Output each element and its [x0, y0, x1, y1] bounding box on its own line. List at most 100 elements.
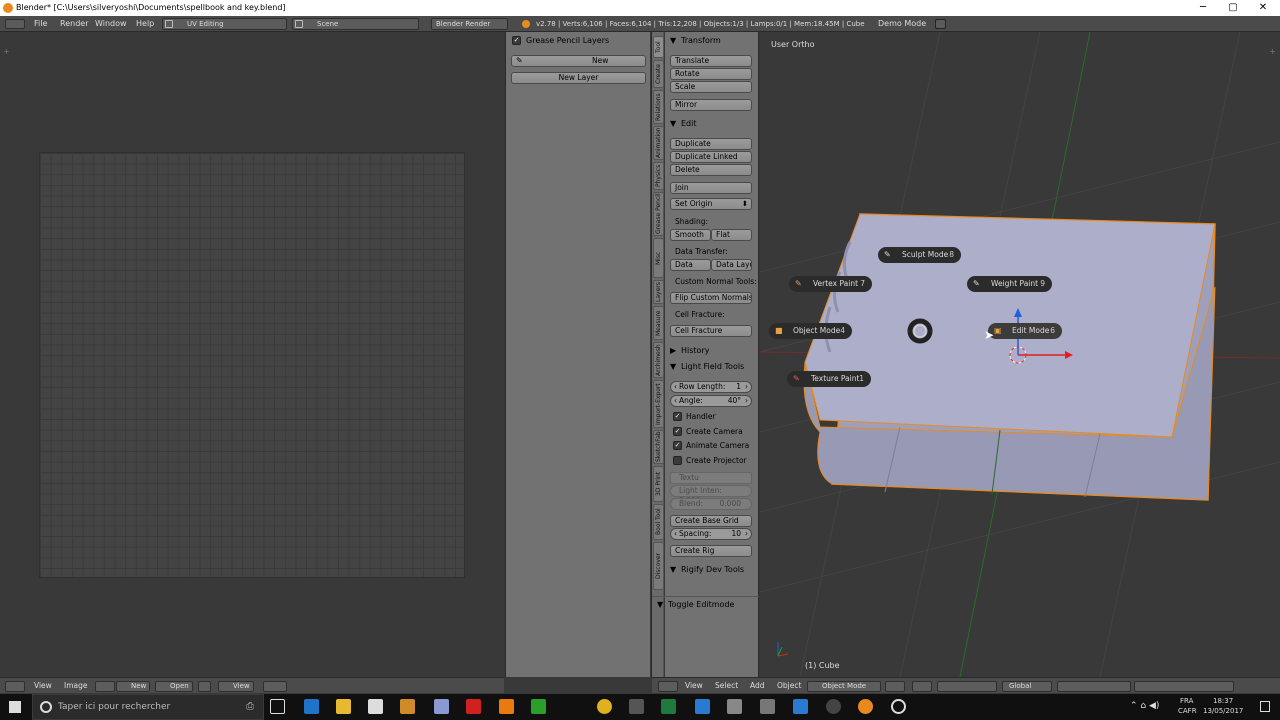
tab-misc[interactable]: Misc [653, 238, 664, 278]
app-icon[interactable] [434, 699, 449, 714]
new-layer-button[interactable]: New Layer [511, 72, 646, 84]
red-app-icon[interactable] [466, 699, 481, 714]
app-icon[interactable] [727, 699, 742, 714]
grease-pencil-new-button[interactable]: ✎ New [511, 55, 646, 67]
cell-fracture-button[interactable]: Cell Fracture [670, 325, 752, 337]
tray-icons[interactable]: ⌃ ⌂ ◀) [1130, 701, 1159, 711]
scale-button[interactable]: Scale [670, 81, 752, 93]
editor-type-button[interactable] [5, 681, 25, 692]
animate-camera-checkbox[interactable]: ✓ [673, 441, 682, 450]
tab-import-export[interactable]: Import-Export [653, 380, 664, 428]
tab-relations[interactable]: Relations [653, 90, 664, 124]
mirror-button[interactable]: Mirror [670, 99, 752, 111]
flip-custom-normals-button[interactable]: Flip Custom Normals [670, 292, 752, 304]
image-browse-button[interactable] [95, 681, 115, 692]
language-indicator[interactable]: FRA [1180, 697, 1193, 705]
row-length-field[interactable]: ‹ Row Length: 1 › [670, 381, 752, 393]
decrement-arrow-icon[interactable]: ‹ [674, 382, 677, 392]
rotate-button[interactable]: Rotate [670, 68, 752, 80]
transform-header[interactable]: ▼ Transform [665, 33, 758, 49]
mode-select[interactable]: Object Mode [807, 681, 881, 692]
close-button[interactable]: ✕ [1248, 0, 1278, 16]
play-icon[interactable] [935, 19, 946, 29]
pin-button[interactable] [198, 681, 211, 692]
toggle-editmode-header[interactable]: ▼ Toggle Editmode [652, 596, 759, 612]
clock-date[interactable]: 13/05/2017 [1203, 707, 1243, 715]
pie-sculpt-mode[interactable]: ✎ Sculpt Mode 8 [878, 247, 961, 263]
green-app-icon[interactable] [531, 699, 546, 714]
microphone-icon[interactable]: ⎙ [246, 701, 254, 712]
shading-button[interactable] [885, 681, 905, 692]
file-explorer-icon[interactable] [336, 699, 351, 714]
clock-time[interactable]: 18:37 [1213, 697, 1233, 705]
tab-grease-pencil[interactable]: Grease Pencil [653, 192, 664, 236]
image-new-button[interactable]: New [116, 681, 151, 692]
increment-arrow-icon[interactable]: › [745, 396, 748, 406]
tab-discover[interactable]: Discover [653, 542, 664, 590]
edge-icon[interactable] [304, 699, 319, 714]
pie-vertex-paint[interactable]: ✎ Vertex Paint 7 [789, 276, 872, 292]
menu-add[interactable]: Add [750, 678, 765, 694]
pie-weight-paint[interactable]: ✎ Weight Paint 9 [967, 276, 1052, 292]
vlc-icon[interactable] [499, 699, 514, 714]
corner-plus-icon[interactable]: + [1269, 47, 1276, 56]
manipulator-buttons[interactable] [937, 681, 997, 692]
screen-layout-select[interactable]: UV Editing [162, 18, 287, 30]
pie-texture-paint[interactable]: ✎ Texture Paint 1 [787, 371, 871, 387]
uv-grid[interactable] [39, 152, 465, 578]
flat-button[interactable]: Flat [711, 229, 752, 241]
demo-mode-label[interactable]: Demo Mode [878, 16, 926, 32]
task-view-icon[interactable] [270, 699, 285, 714]
ie-icon[interactable] [695, 699, 710, 714]
chrome-icon[interactable] [597, 699, 612, 714]
data-layout-button[interactable]: Data Layo [711, 259, 752, 271]
scene-select[interactable]: Scene [292, 18, 419, 30]
media-icon[interactable] [400, 699, 415, 714]
menu-file[interactable]: File [34, 16, 47, 32]
create-projector-checkbox[interactable] [673, 456, 682, 465]
data-button[interactable]: Data [670, 259, 711, 271]
keyboard-layout[interactable]: CAFR [1178, 707, 1197, 715]
pie-edit-mode[interactable]: ▣ Edit Mode 6 [988, 323, 1062, 339]
history-header[interactable]: ▶ History [665, 343, 758, 359]
spacing-field[interactable]: ‹ Spacing: 10 › [670, 528, 752, 540]
tab-layers[interactable]: Layers [653, 280, 664, 304]
delete-button[interactable]: Delete [670, 164, 752, 176]
menu-render[interactable]: Render [60, 16, 88, 32]
duplicate-linked-button[interactable]: Duplicate Linked [670, 151, 752, 163]
layer-buttons[interactable] [1057, 681, 1131, 692]
notification-icon[interactable] [1260, 701, 1270, 712]
handler-checkbox[interactable]: ✓ [673, 412, 682, 421]
store-icon[interactable] [368, 699, 383, 714]
smooth-button[interactable]: Smooth [670, 229, 711, 241]
translate-button[interactable]: Translate [670, 55, 752, 67]
grease-pencil-checkbox[interactable]: ✓ [512, 36, 521, 45]
blender-icon[interactable] [858, 699, 873, 714]
corner-plus-icon[interactable]: + [3, 47, 10, 56]
increment-arrow-icon[interactable]: › [745, 382, 748, 392]
editor-type-button[interactable] [658, 681, 678, 692]
menu-object[interactable]: Object [777, 678, 801, 694]
pivot-point-button[interactable] [912, 681, 932, 692]
create-rig-button[interactable]: Create Rig [670, 545, 752, 557]
pie-object-mode[interactable]: ■ Object Mode 4 [769, 323, 852, 339]
create-camera-checkbox[interactable]: ✓ [673, 427, 682, 436]
windows-start-icon[interactable] [9, 701, 21, 713]
search-box[interactable]: Taper ici pour rechercher ⎙ [32, 694, 264, 720]
rigify-dev-tools-header[interactable]: ▼ Rigify Dev Tools [665, 562, 758, 578]
menu-window[interactable]: Window [95, 16, 127, 32]
menu-help[interactable]: Help [136, 16, 154, 32]
tab-archimesh[interactable]: Archimesh [653, 342, 664, 378]
minimize-button[interactable]: ─ [1188, 0, 1218, 16]
light-field-header[interactable]: ▼ Light Field Tools [665, 359, 758, 375]
pivot-button[interactable] [263, 681, 287, 692]
join-button[interactable]: Join [670, 182, 752, 194]
app-icon[interactable] [629, 699, 644, 714]
uv-menu-image[interactable]: Image [64, 678, 88, 694]
snap-buttons[interactable] [1134, 681, 1234, 692]
tab-create[interactable]: Create [653, 60, 664, 88]
3d-viewport[interactable]: User Ortho ✎ Sculpt Mode 8 ✎ Vertex Pain… [760, 32, 1280, 677]
tab-sketchfab[interactable]: SketchFab [653, 430, 664, 464]
app-icon[interactable] [760, 699, 775, 714]
render-engine-select[interactable]: Blender Render [431, 18, 508, 30]
